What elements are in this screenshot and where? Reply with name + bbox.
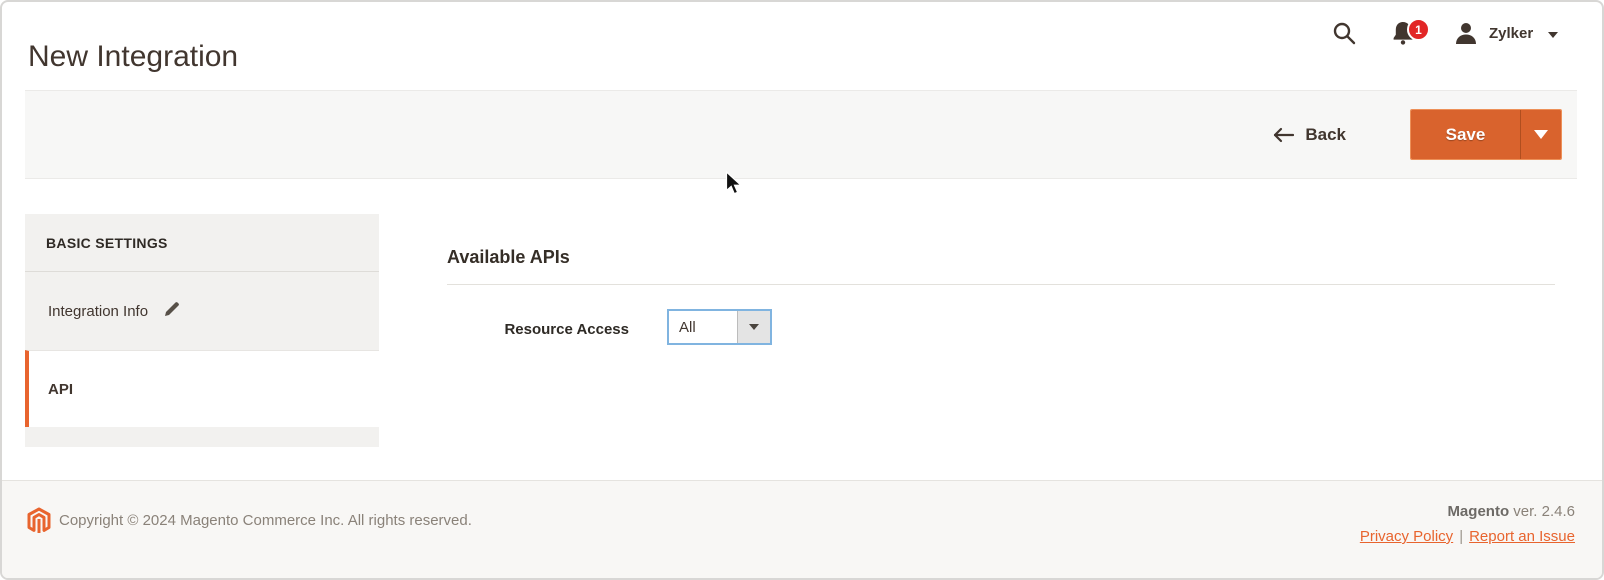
magento-logo — [27, 507, 51, 540]
section-title: Available APIs — [447, 247, 570, 267]
save-options-button[interactable] — [1520, 110, 1561, 159]
footer: Copyright © 2024 Magento Commerce Inc. A… — [2, 480, 1602, 578]
section-divider — [447, 284, 1555, 285]
user-name[interactable]: Zylker — [1489, 25, 1533, 42]
sidebar-item-label: Integration Info — [48, 302, 149, 320]
notification-count: 1 — [1415, 22, 1422, 37]
page-title: New Integration — [28, 40, 239, 74]
page-actions-toolbar: Back Save — [25, 90, 1577, 179]
caret-down-icon — [749, 324, 759, 330]
sidebar-item-integration-info[interactable]: Integration Info — [25, 272, 379, 350]
caret-down-icon — [1534, 130, 1548, 139]
version-line: Magento ver. 2.4.6 — [1360, 503, 1575, 520]
user-icon[interactable] — [1454, 21, 1478, 45]
link-separator: | — [1459, 528, 1464, 545]
arrow-left-icon — [1274, 127, 1295, 142]
sidebar-item-api[interactable]: API — [25, 350, 379, 427]
admin-window: New Integration 1 Zylker Back Save BASIC… — [0, 0, 1604, 580]
report-issue-link[interactable]: Report an Issue — [1469, 528, 1575, 545]
back-button[interactable]: Back — [1273, 125, 1346, 145]
save-button[interactable]: Save — [1411, 110, 1520, 159]
copyright-text: Copyright © 2024 Magento Commerce Inc. A… — [59, 512, 472, 529]
resource-access-value: All — [679, 318, 696, 336]
sidebar-item-label: API — [48, 380, 74, 398]
select-arrow-button[interactable] — [737, 311, 770, 343]
save-split-button: Save — [1410, 109, 1562, 160]
pencil-icon — [162, 300, 181, 323]
privacy-policy-link[interactable]: Privacy Policy — [1360, 528, 1453, 545]
settings-sidebar: BASIC SETTINGS Integration Info API — [25, 214, 379, 447]
resource-access-label: Resource Access — [504, 321, 629, 338]
brand-name: Magento — [1447, 503, 1510, 520]
save-label: Save — [1445, 124, 1486, 144]
back-label: Back — [1305, 124, 1346, 144]
search-icon[interactable] — [1332, 21, 1356, 45]
sidebar-section-title: BASIC SETTINGS — [25, 214, 379, 272]
notification-badge[interactable]: 1 — [1407, 18, 1430, 41]
caret-down-icon[interactable] — [1548, 32, 1558, 38]
version-text: ver. 2.4.6 — [1513, 503, 1575, 520]
resource-access-select[interactable]: All — [667, 309, 772, 345]
